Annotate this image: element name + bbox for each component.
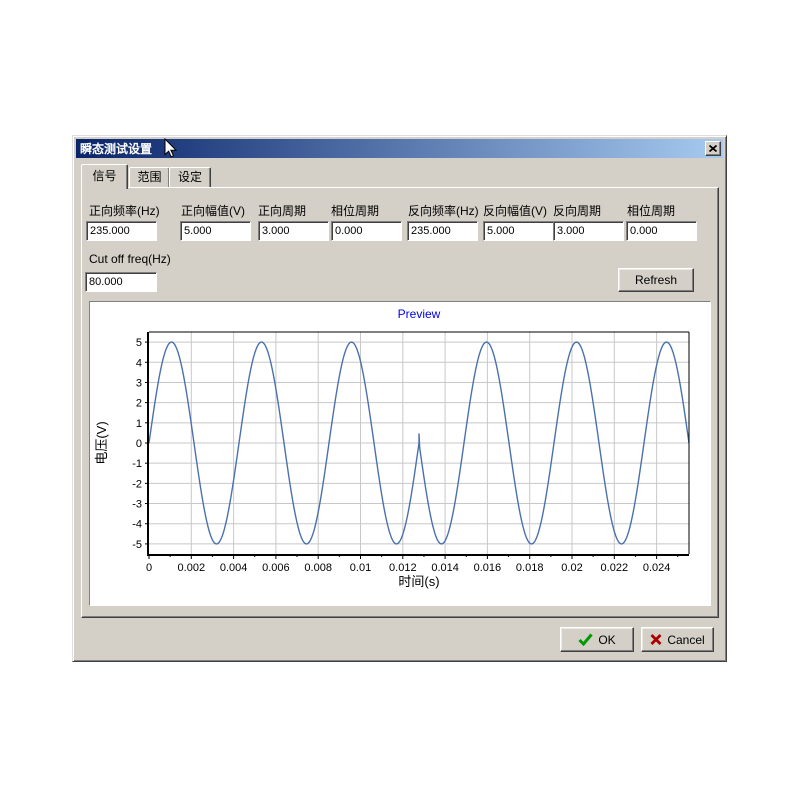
svg-text:3: 3 bbox=[136, 377, 142, 389]
ok-button-label: OK bbox=[598, 633, 615, 647]
svg-text:0.014: 0.014 bbox=[431, 562, 459, 574]
refresh-button[interactable]: Refresh bbox=[618, 268, 694, 292]
field-label-phase-2: 相位周期 bbox=[627, 202, 675, 219]
field-label-fwd-amp: 正向幅值(V) bbox=[181, 202, 245, 219]
svg-text:4: 4 bbox=[136, 357, 142, 369]
tab-strip: 信号 范围 设定 bbox=[81, 164, 281, 188]
mouse-cursor-icon bbox=[164, 138, 177, 158]
svg-text:0.01: 0.01 bbox=[350, 562, 371, 574]
field-label-rev-amp: 反向幅值(V) bbox=[483, 202, 547, 219]
cancel-button[interactable]: Cancel bbox=[641, 627, 714, 652]
svg-text:0.022: 0.022 bbox=[601, 562, 629, 574]
signal-tab-page: 正向频率(Hz) 正向幅值(V) 正向周期 相位周期 反向频率(Hz) 反向幅值… bbox=[81, 187, 719, 618]
svg-text:1: 1 bbox=[136, 418, 142, 430]
close-icon bbox=[709, 145, 717, 152]
svg-text:0.012: 0.012 bbox=[389, 562, 417, 574]
tab-signal[interactable]: 信号 bbox=[81, 164, 128, 189]
cancel-cross-icon bbox=[650, 634, 662, 645]
field-label-phase-1: 相位周期 bbox=[331, 202, 379, 219]
window-title: 瞬态测试设置 bbox=[76, 140, 152, 157]
svg-text:Preview: Preview bbox=[398, 307, 441, 321]
input-rev-amp[interactable] bbox=[483, 221, 554, 241]
close-button[interactable] bbox=[705, 141, 721, 156]
svg-text:0: 0 bbox=[146, 562, 152, 574]
tab-setting[interactable]: 设定 bbox=[169, 167, 211, 188]
ok-button[interactable]: OK bbox=[560, 627, 634, 652]
svg-text:2: 2 bbox=[136, 398, 142, 410]
input-phase-2[interactable] bbox=[626, 221, 697, 241]
svg-text:-4: -4 bbox=[132, 519, 142, 531]
input-rev-period[interactable] bbox=[553, 221, 624, 241]
svg-text:时间(s): 时间(s) bbox=[398, 574, 439, 589]
svg-text:0: 0 bbox=[136, 438, 142, 450]
input-rev-freq[interactable] bbox=[407, 221, 478, 241]
svg-text:0.002: 0.002 bbox=[178, 562, 206, 574]
svg-text:-1: -1 bbox=[132, 458, 142, 470]
svg-text:-2: -2 bbox=[132, 478, 142, 490]
field-label-rev-period: 反向周期 bbox=[553, 202, 601, 219]
svg-text:-3: -3 bbox=[132, 499, 142, 511]
svg-text:-5: -5 bbox=[132, 539, 142, 551]
preview-chart: 5 4 3 2 1 0 -1 -2 -3 -4 -5 0 0.002 0.004 0.006 0.008 0.0… bbox=[90, 302, 710, 605]
preview-chart-panel: 5 4 3 2 1 0 -1 -2 -3 -4 -5 0 0.002 0.004 0.006 0.008 0.0… bbox=[89, 301, 711, 606]
cutoff-freq-input[interactable] bbox=[85, 272, 157, 292]
dialog-window: 瞬态测试设置 信号 范围 设定 正向频率(Hz) 正向幅值(V) 正向周期 相位… bbox=[72, 135, 727, 662]
input-fwd-freq[interactable] bbox=[86, 221, 157, 241]
svg-text:0.016: 0.016 bbox=[474, 562, 502, 574]
svg-text:0.008: 0.008 bbox=[304, 562, 332, 574]
input-phase-1[interactable] bbox=[331, 221, 402, 241]
cutoff-freq-label: Cut off freq(Hz) bbox=[89, 252, 171, 266]
svg-text:0.02: 0.02 bbox=[561, 562, 582, 574]
svg-text:0.006: 0.006 bbox=[262, 562, 290, 574]
svg-text:0.024: 0.024 bbox=[643, 562, 671, 574]
field-label-fwd-period: 正向周期 bbox=[258, 202, 306, 219]
svg-text:0.018: 0.018 bbox=[516, 562, 544, 574]
cancel-button-label: Cancel bbox=[667, 633, 704, 647]
field-label-fwd-freq: 正向频率(Hz) bbox=[89, 202, 160, 219]
input-fwd-period[interactable] bbox=[258, 221, 329, 241]
field-label-rev-freq: 反向频率(Hz) bbox=[408, 202, 479, 219]
svg-text:电压(V): 电压(V) bbox=[94, 421, 109, 464]
ok-check-icon bbox=[578, 633, 593, 646]
tab-range[interactable]: 范围 bbox=[129, 167, 170, 188]
input-fwd-amp[interactable] bbox=[180, 221, 251, 241]
svg-text:5: 5 bbox=[136, 337, 142, 349]
svg-text:0.004: 0.004 bbox=[220, 562, 248, 574]
